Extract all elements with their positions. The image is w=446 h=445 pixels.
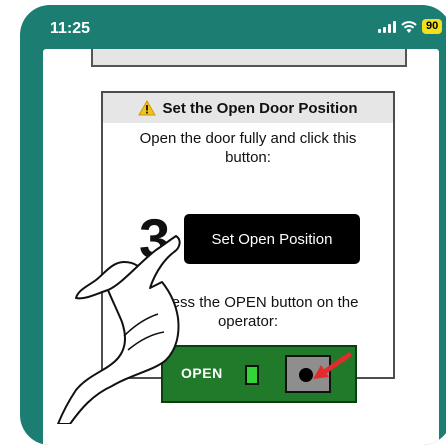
instruction-text: Open the door fully and click this butto… — [139, 130, 357, 166]
set-open-position-button[interactable]: Set Open Position — [184, 214, 360, 264]
operator-panel-illustration: OPEN — [161, 345, 357, 403]
previous-step-card — [91, 49, 407, 67]
card-title: Set the Open Door Position — [162, 99, 358, 117]
card-body: Open the door fully and click this butto… — [103, 123, 393, 403]
wifi-icon — [401, 20, 417, 33]
status-bar: 11:25 90 — [20, 5, 446, 55]
operator-open-button — [285, 355, 331, 393]
operator-led — [245, 365, 259, 385]
step-number: 3 — [139, 207, 171, 270]
signal-icon — [378, 20, 396, 33]
phone-screen: 11:25 90 Set the Open Door Position Open… — [20, 5, 446, 445]
battery-icon: 90 — [422, 19, 443, 34]
open-position-card: Set the Open Door Position Open the door… — [101, 91, 395, 403]
status-icons: 90 — [378, 19, 443, 34]
app-content[interactable]: Set the Open Door Position Open the door… — [43, 49, 439, 445]
warning-icon — [138, 100, 157, 116]
status-time: 11:25 — [50, 20, 91, 37]
card-header: Set the Open Door Position — [103, 93, 393, 123]
alt-instruction-text: Or press the OPEN button on the operator… — [137, 294, 359, 330]
operator-button-dot — [299, 368, 313, 382]
operator-open-label: OPEN — [181, 365, 223, 381]
